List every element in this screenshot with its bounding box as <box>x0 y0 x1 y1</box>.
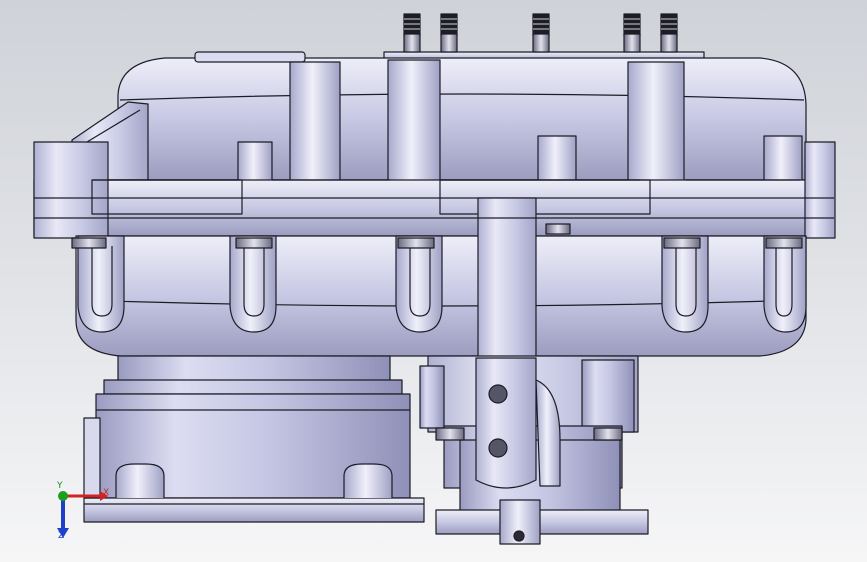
main-flange <box>33 179 835 237</box>
top-studs <box>383 13 705 63</box>
cad-graphics-area[interactable]: X Y Z <box>0 0 867 562</box>
upper-housing <box>117 57 807 181</box>
output-flange <box>435 509 649 535</box>
central-arm <box>477 197 537 361</box>
y-axis-label: Y <box>57 481 63 491</box>
left-adapter-ring <box>117 355 391 383</box>
z-axis-label: Z <box>58 531 65 541</box>
gearbox-model[interactable] <box>0 0 867 562</box>
left-base-plate <box>83 497 425 523</box>
x-axis-label: X <box>103 488 110 498</box>
clevis-plate <box>475 357 537 489</box>
